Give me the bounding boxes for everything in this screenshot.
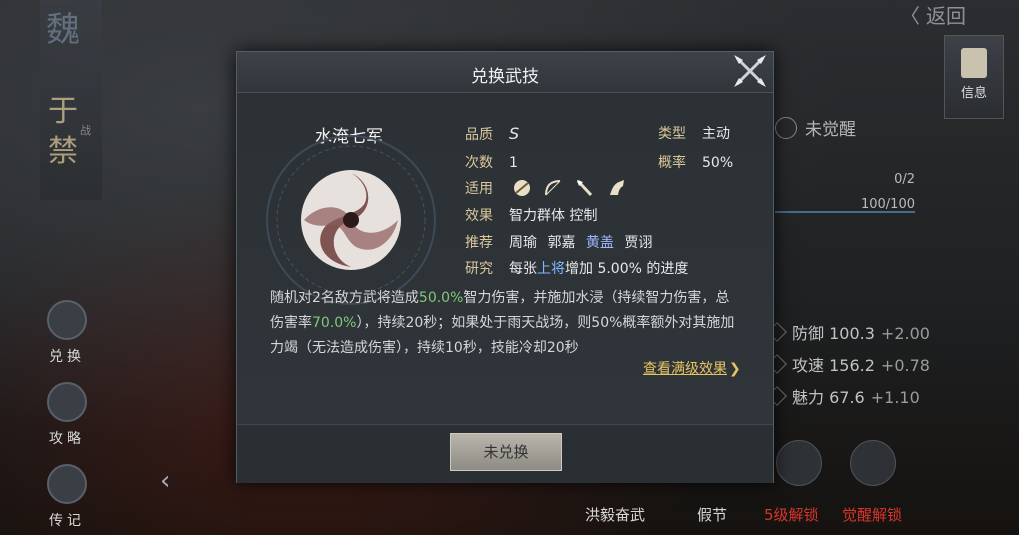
kingdom-label: 魏 — [46, 10, 80, 50]
lock-icon[interactable] — [776, 440, 822, 486]
ball-weapon-icon — [514, 180, 531, 196]
info-button[interactable]: 信息 — [944, 35, 1004, 119]
quality-row: 品质 S — [465, 124, 520, 143]
biography-side-button[interactable]: 传记 — [44, 464, 90, 530]
skill-description: 随机对2名敌方武将造成50.0%智力伤害，并施加水浸（持续智力伤害，总伤害率70… — [270, 290, 735, 356]
guide-icon — [47, 382, 87, 422]
lock-icon[interactable] — [850, 440, 896, 486]
guide-side-button[interactable]: 攻略 — [44, 382, 90, 448]
rate-row: 概率 50% — [658, 155, 734, 171]
research-row: 研究 每张上将增加 5.00% 的进度 — [465, 261, 689, 277]
chevron-right-icon: ❯ — [729, 361, 741, 377]
scroll-icon — [961, 48, 987, 78]
biography-side-label: 传记 — [49, 513, 85, 529]
exchange-skill-dialog: 兑换武技 水淹七军 品质 S 类型 主动 次数 1 概率 50% 适用 效果 智… — [236, 51, 774, 483]
awaken-icon — [775, 117, 797, 139]
exchange-icon — [47, 300, 87, 340]
skill-medallion-icon — [266, 135, 436, 305]
unlock-awaken-label: 觉醒解锁 — [842, 506, 903, 524]
info-label: 信息 — [960, 86, 987, 101]
spear-icon — [577, 179, 593, 197]
applicable-row: 适用 — [465, 178, 633, 198]
progress-value-2: 100/100 — [775, 197, 915, 213]
back-button[interactable]: 〈 返回 — [900, 0, 966, 29]
horse-icon — [610, 180, 625, 195]
view-full-level-effect-link[interactable]: 查看满级效果 ❯ — [643, 358, 741, 378]
close-icon[interactable] — [731, 52, 769, 90]
not-exchanged-button[interactable]: 未兑换 — [450, 433, 562, 471]
awaken-status: 未觉醒 — [775, 115, 856, 140]
guide-side-label: 攻略 — [49, 431, 85, 447]
general-name: 于禁 — [48, 94, 78, 169]
effect-row: 效果 智力群体 控制 — [465, 208, 598, 224]
progress-value-1: 0/2 — [894, 172, 915, 187]
stat-charm: 魅力 67.6 +1.10 — [767, 384, 920, 408]
skill-slot-label: 洪毅奋武 — [585, 506, 646, 524]
recommend-row: 推荐 周瑜 郭嘉 黄盖 贾诩 — [465, 235, 653, 251]
biography-icon — [47, 464, 87, 504]
stat-attack-speed: 攻速 156.2 +0.78 — [767, 352, 930, 376]
skill-slot-label: 假节 — [697, 506, 728, 524]
count-row: 次数 1 — [465, 155, 518, 171]
back-arrow-icon: 〈 — [900, 4, 920, 28]
type-row: 类型 主动 — [658, 126, 730, 142]
general-tag: 战 — [80, 124, 91, 137]
bow-icon — [545, 180, 561, 196]
dialog-title: 兑换武技 — [471, 67, 539, 87]
previous-arrow-icon[interactable]: ‹ — [160, 466, 170, 496]
exchange-side-label: 兑换 — [49, 349, 85, 365]
general-banner: 魏 于禁 战 — [40, 0, 102, 200]
unlock-level-label: 5级解锁 — [764, 506, 819, 524]
exchange-side-button[interactable]: 兑换 — [44, 300, 90, 366]
stat-defense: 防御 100.3 +2.00 — [767, 320, 930, 344]
applicable-icons — [514, 179, 625, 197]
